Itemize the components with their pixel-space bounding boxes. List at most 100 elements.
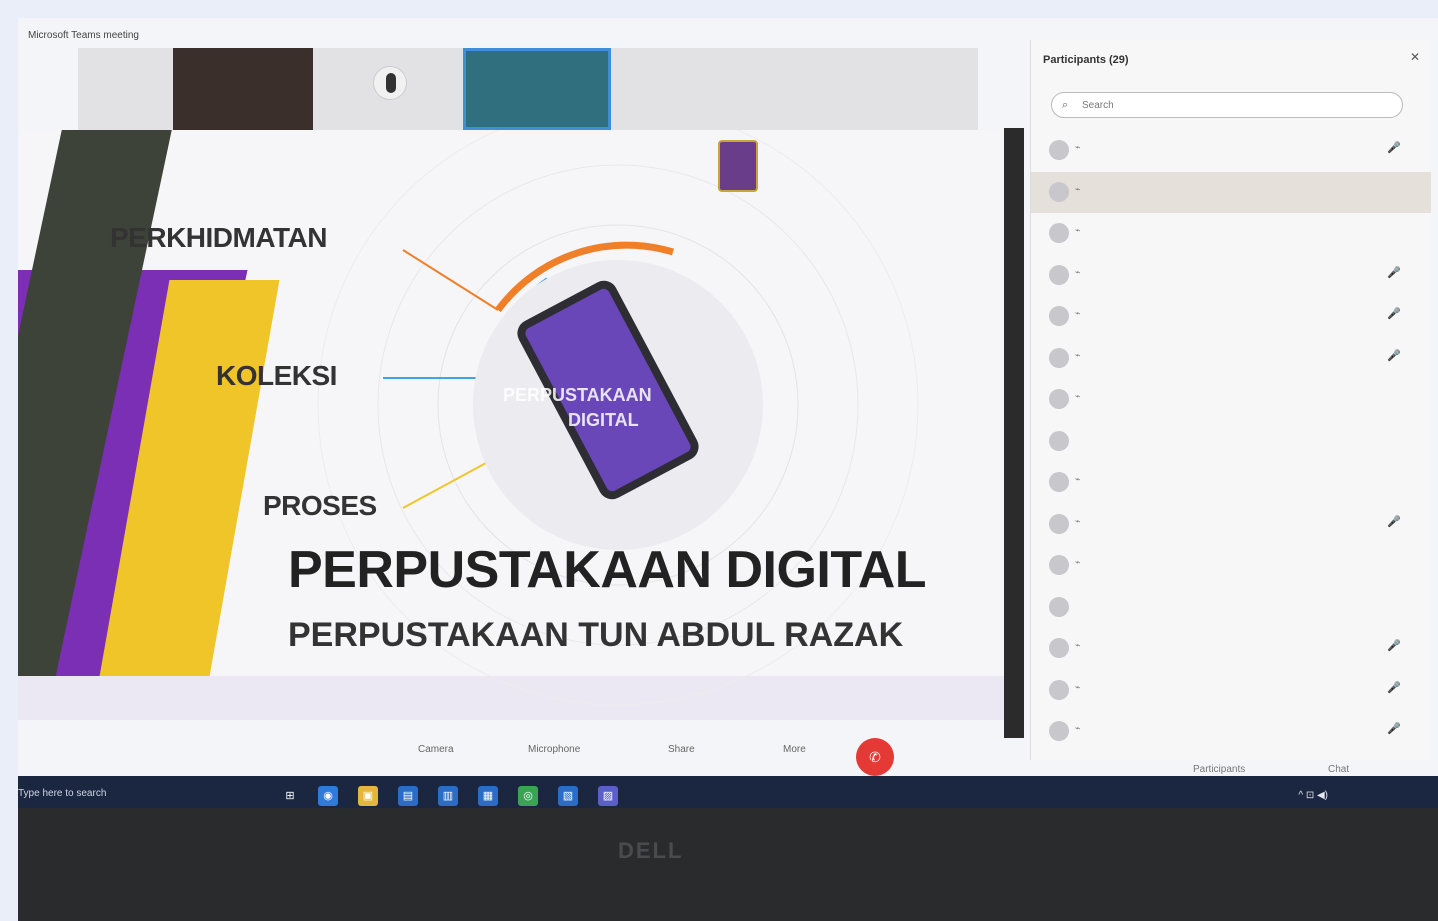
- phone-image: PERPUSTAKAAN DIGITAL: [473, 260, 763, 550]
- avatar: [1049, 181, 1069, 202]
- mic-icon: ⌁: [1075, 142, 1081, 152]
- avatar: [1049, 555, 1069, 575]
- video-tile[interactable]: [313, 48, 463, 130]
- participant-row[interactable]: ⌁ 🎤: [1031, 296, 1431, 338]
- close-icon[interactable]: ✕: [1410, 50, 1420, 64]
- participant-list: ⌁ 🎤 ⌁ ⌁ ⌁ 🎤 ⌁ 🎤 ⌁ 🎤 ⌁ ⌁ ⌁ 🎤 ⌁ ⌁ 🎤 ⌁ 🎤 ⌁ 🎤: [1031, 130, 1431, 753]
- mic-icon: ⌁: [1075, 515, 1081, 526]
- video-tile[interactable]: [78, 48, 173, 130]
- avatar: [1049, 430, 1069, 451]
- taskbar-search[interactable]: Type here to search: [18, 788, 106, 799]
- search-placeholder: Search: [1082, 100, 1114, 111]
- avatar: [1049, 513, 1069, 534]
- mic-icon: ⌁: [1075, 183, 1081, 194]
- photo-frame: Microsoft Teams meeting PERPUSTAKAAN DIG…: [0, 0, 1438, 921]
- mic-muted-icon: 🎤: [1387, 308, 1401, 320]
- more-button[interactable]: More: [783, 744, 806, 755]
- circle-text-1: PERPUSTAKAAN: [503, 385, 652, 405]
- participant-row[interactable]: ⌁ 🎤: [1031, 255, 1431, 297]
- mic-icon: ⌁: [1075, 349, 1081, 360]
- file-explorer-icon[interactable]: ▣: [358, 786, 378, 806]
- chrome-icon[interactable]: ◎: [518, 786, 538, 806]
- shared-slide: PERPUSTAKAAN DIGITAL PERKHIDMATAN KOLEKS…: [18, 130, 1023, 720]
- mic-icon: ⌁: [1075, 681, 1081, 692]
- video-strip: [78, 48, 978, 130]
- teams-icon[interactable]: ▨: [598, 786, 618, 806]
- avatar: [373, 66, 407, 100]
- mic-icon: ⌁: [1075, 225, 1081, 235]
- windows-taskbar: Type here to search ⊞ ◉ ▣ ▤ ▥ ▦ ◎ ▧ ▨ ^ …: [18, 776, 1438, 808]
- avatar: [1049, 638, 1069, 658]
- mail-icon[interactable]: ▥: [438, 786, 458, 806]
- camera-button[interactable]: Camera: [418, 744, 454, 755]
- meeting-controls: Camera Microphone Share More: [398, 736, 918, 776]
- participants-button[interactable]: Participants: [1193, 764, 1245, 775]
- avatar: [1049, 264, 1069, 285]
- circle-text-2: DIGITAL: [568, 410, 639, 430]
- participant-row[interactable]: ⌁: [1031, 379, 1431, 421]
- mic-muted-icon: 🎤: [1387, 515, 1401, 528]
- mic-muted-icon: 🎤: [1387, 142, 1401, 154]
- label-proses: PROSES: [263, 490, 377, 521]
- video-tile-active[interactable]: [463, 48, 611, 130]
- avatar: [1049, 347, 1069, 368]
- teams-window: Microsoft Teams meeting PERPUSTAKAAN DIG…: [18, 18, 1438, 808]
- avatar: [1049, 223, 1069, 243]
- mic-muted-icon: 🎤: [1387, 723, 1401, 735]
- line-perkhidmatan: [402, 249, 499, 311]
- university-logo: [718, 140, 758, 192]
- avatar: [1049, 140, 1069, 160]
- participant-row[interactable]: ⌁: [1031, 545, 1431, 587]
- slide-title: PERPUSTAKAAN DIGITAL: [288, 541, 927, 599]
- mic-icon: ⌁: [1075, 266, 1081, 277]
- app-icon[interactable]: ▦: [478, 786, 498, 806]
- avatar: [1049, 679, 1069, 700]
- participant-row[interactable]: ⌁ 🎤: [1031, 628, 1431, 670]
- start-icon[interactable]: ⊞: [280, 786, 300, 806]
- label-koleksi: KOLEKSI: [216, 360, 337, 391]
- store-icon[interactable]: ▤: [398, 786, 418, 806]
- mic-icon: ⌁: [1075, 723, 1081, 733]
- microphone-button[interactable]: Microphone: [528, 744, 580, 755]
- participant-search-input[interactable]: ⌕ Search: [1051, 92, 1403, 118]
- share-button[interactable]: Share: [668, 744, 695, 755]
- mic-icon: ⌁: [1075, 474, 1081, 484]
- avatar: [1049, 596, 1069, 617]
- edge-icon[interactable]: ◉: [318, 786, 338, 806]
- chat-button[interactable]: Chat: [1328, 764, 1349, 775]
- participant-row[interactable]: ⌁ 🎤: [1031, 711, 1431, 753]
- mic-icon: ⌁: [1075, 308, 1081, 318]
- slide-subtitle: PERPUSTAKAAN TUN ABDUL RAZAK: [288, 616, 904, 654]
- monitor-bezel: DELL: [18, 808, 1438, 921]
- avatar: [1049, 306, 1069, 326]
- participant-row[interactable]: [1031, 421, 1431, 463]
- video-tile[interactable]: [173, 48, 313, 130]
- monitor-brand: DELL: [618, 838, 684, 863]
- participant-row[interactable]: ⌁ 🎤: [1031, 338, 1431, 380]
- participant-row[interactable]: ⌁: [1031, 213, 1431, 255]
- mic-muted-icon: 🎤: [1387, 640, 1401, 652]
- panel-title: Participants (29): [1043, 54, 1129, 66]
- slide-scroll-edge: [1004, 128, 1024, 738]
- participant-row[interactable]: ⌁ 🎤: [1031, 130, 1431, 172]
- participant-row[interactable]: ⌁: [1031, 171, 1431, 213]
- participant-row[interactable]: [1031, 587, 1431, 629]
- avatar: [1049, 389, 1069, 409]
- system-tray[interactable]: ^ ⊡ ◀): [1298, 790, 1328, 801]
- mic-icon: ⌁: [1075, 557, 1081, 567]
- meeting-title: Microsoft Teams meeting: [28, 30, 139, 41]
- mic-muted-icon: 🎤: [1387, 349, 1401, 362]
- mic-muted-icon: 🎤: [1387, 681, 1401, 694]
- participant-row[interactable]: ⌁ 🎤: [1031, 504, 1431, 546]
- leave-call-button[interactable]: ✆: [856, 738, 894, 776]
- mic-muted-icon: 🎤: [1387, 266, 1401, 279]
- participant-row[interactable]: ⌁: [1031, 462, 1431, 504]
- app-icon[interactable]: ▧: [558, 786, 578, 806]
- search-icon: ⌕: [1062, 99, 1069, 111]
- mic-icon: ⌁: [1075, 391, 1081, 401]
- label-perkhidmatan: PERKHIDMATAN: [110, 222, 327, 253]
- avatar: [1049, 472, 1069, 492]
- video-tile[interactable]: [611, 48, 978, 130]
- participant-row[interactable]: ⌁ 🎤: [1031, 670, 1431, 712]
- participants-panel: Participants (29) ✕ ⌕ Search ⌁ 🎤 ⌁ ⌁ ⌁ 🎤 ⌁…: [1030, 40, 1431, 760]
